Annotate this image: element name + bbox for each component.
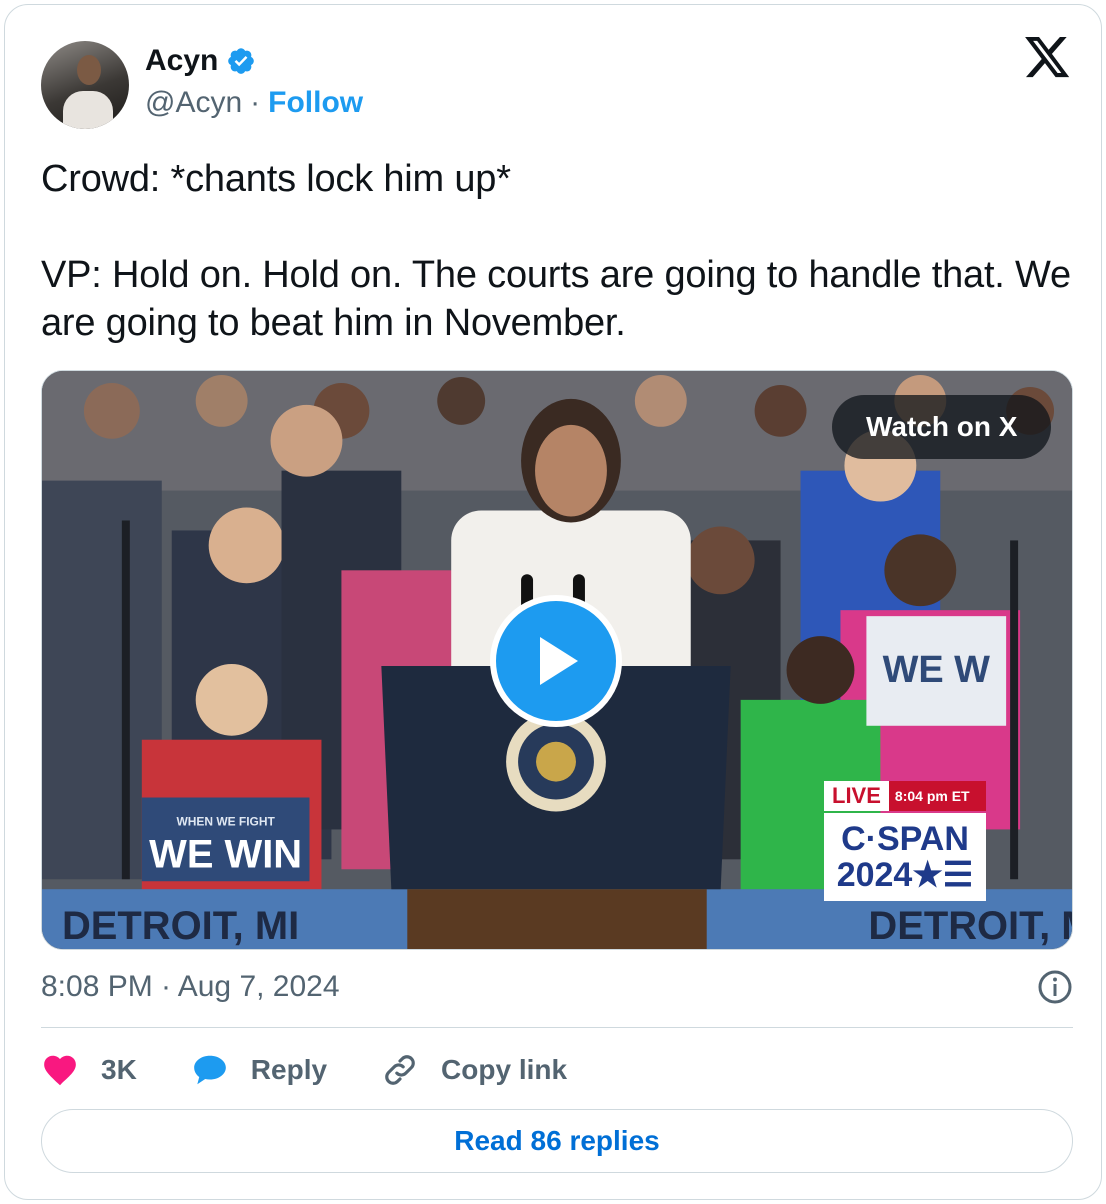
svg-text:DETROIT, MI: DETROIT, MI xyxy=(62,904,299,948)
timestamp[interactable]: 8:08 PM · Aug 7, 2024 xyxy=(41,967,340,1007)
heart-icon xyxy=(44,1055,76,1086)
avatar-head xyxy=(77,55,101,85)
tweet-text: Crowd: *chants lock him up* VP: Hold on.… xyxy=(41,158,1071,344)
cspan-network: C·SPAN xyxy=(841,820,969,858)
divider xyxy=(41,1027,1073,1028)
verified-badge-icon xyxy=(228,48,255,74)
reply-button[interactable]: Reply xyxy=(191,1051,327,1089)
play-button[interactable] xyxy=(490,595,622,727)
separator-dot: · xyxy=(250,86,261,119)
live-time: 8:04 pm ET xyxy=(888,781,986,811)
svg-text:WE W: WE W xyxy=(883,649,991,691)
cspan-overlay: LIVE 8:04 pm ET C·SPAN 2024★☰ xyxy=(824,781,986,901)
like-count: 3K xyxy=(101,1054,137,1085)
tweet-meta: 8:08 PM · Aug 7, 2024 xyxy=(41,967,1073,1007)
author-handle[interactable]: @Acyn xyxy=(145,85,242,121)
cspan-year: 2024★☰ xyxy=(836,856,974,894)
cspan-logo: C·SPAN 2024★☰ xyxy=(824,813,986,901)
play-icon xyxy=(540,637,578,685)
svg-text:DETROIT, MI: DETROIT, MI xyxy=(868,904,1072,948)
link-icon xyxy=(385,1055,415,1085)
author-name[interactable]: Acyn xyxy=(145,43,218,79)
avatar-body xyxy=(63,91,113,129)
live-label: LIVE xyxy=(832,783,881,808)
tweet-actions: 3K Reply Copy link xyxy=(41,1045,567,1095)
live-bar: LIVE 8:04 pm ET xyxy=(824,781,986,811)
reply-label: Reply xyxy=(250,1054,328,1085)
tweet-card: Acyn @Acyn · Follow Crowd: *chants lock … xyxy=(4,4,1102,1200)
video-player[interactable]: WHEN WE FIGHT WE WIN WE W DETROIT, MI DE… xyxy=(41,370,1073,950)
author-name-row: Acyn xyxy=(145,43,256,79)
watch-on-x-button[interactable]: Watch on X xyxy=(832,395,1052,459)
reply-bubble-icon xyxy=(193,1055,226,1085)
follow-button[interactable]: Follow xyxy=(268,85,363,121)
svg-text:WHEN WE FIGHT: WHEN WE FIGHT xyxy=(176,814,275,828)
like-button[interactable]: 3K xyxy=(41,1051,137,1089)
avatar[interactable] xyxy=(41,41,129,129)
x-logo-icon[interactable] xyxy=(1025,37,1071,79)
author-handle-row: @Acyn · Follow xyxy=(145,85,363,121)
copy-link-label: Copy link xyxy=(441,1054,568,1085)
copy-link-button[interactable]: Copy link xyxy=(381,1051,567,1089)
info-icon[interactable] xyxy=(1037,969,1073,1005)
svg-text:WE WIN: WE WIN xyxy=(149,832,302,876)
read-replies-button[interactable]: Read 86 replies xyxy=(41,1109,1073,1173)
